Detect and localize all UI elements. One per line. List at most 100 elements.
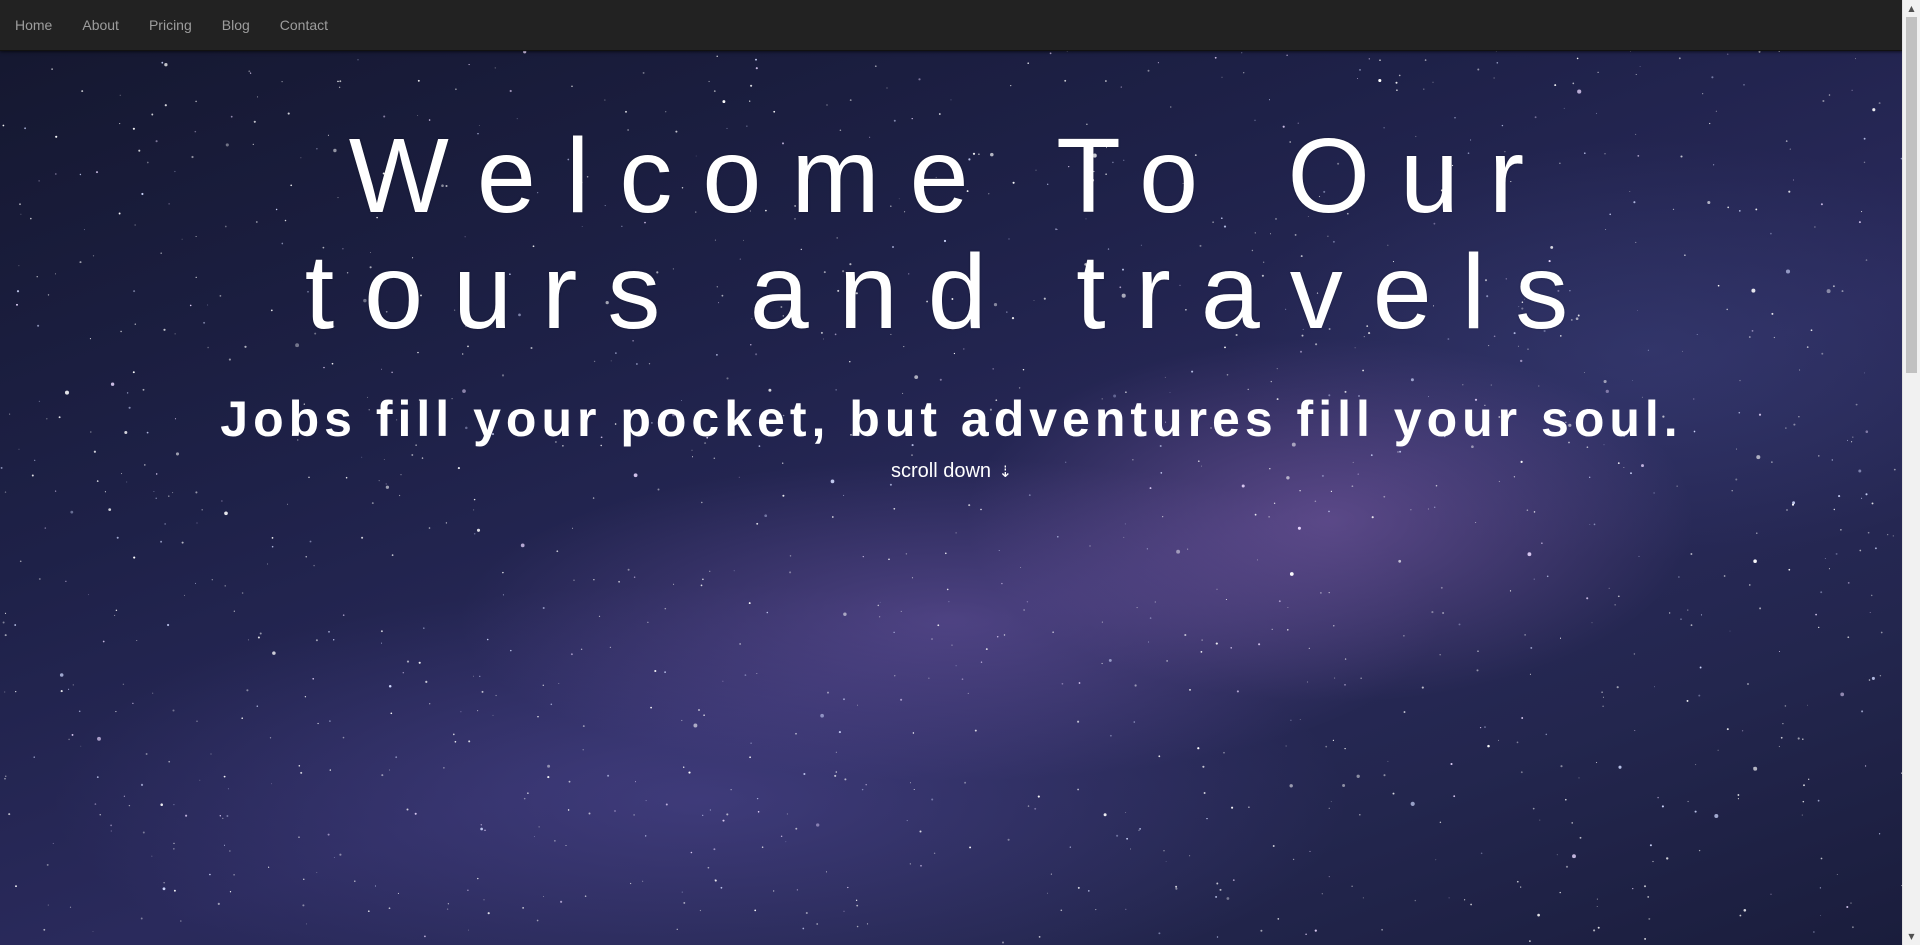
- star: [826, 104, 828, 106]
- star: [1189, 855, 1191, 857]
- vertical-scrollbar[interactable]: ▲ ▼: [1902, 0, 1920, 945]
- hero-title: Welcome To Our tours and travels: [0, 118, 1903, 350]
- star: [702, 578, 704, 581]
- star: [816, 823, 820, 827]
- star: [132, 371, 135, 374]
- star: [580, 648, 583, 650]
- star: [1847, 582, 1850, 584]
- star: [1490, 384, 1492, 386]
- star: [417, 351, 419, 354]
- star: [1527, 552, 1532, 557]
- nav-contact-link[interactable]: Contact: [265, 0, 343, 50]
- star: [1328, 875, 1330, 878]
- star: [1538, 385, 1540, 387]
- star: [428, 527, 431, 529]
- star: [1669, 612, 1671, 614]
- star: [1737, 794, 1740, 796]
- nav-home-link[interactable]: Home: [0, 0, 67, 50]
- star: [1526, 509, 1529, 511]
- star: [1735, 448, 1738, 450]
- scroll-down-arrow-icon[interactable]: ▼: [1903, 928, 1920, 945]
- star: [128, 804, 131, 807]
- star: [607, 774, 610, 777]
- star: [1320, 592, 1322, 594]
- star: [1344, 658, 1347, 660]
- star: [114, 614, 116, 616]
- star: [342, 614, 345, 616]
- nav-about-link[interactable]: About: [67, 0, 134, 50]
- star: [522, 907, 524, 909]
- top-navbar: Home About Pricing Blog Contact: [0, 0, 1903, 51]
- star: [1378, 78, 1382, 83]
- star: [1148, 641, 1149, 643]
- star: [1089, 545, 1091, 547]
- star: [693, 723, 698, 728]
- star: [1487, 744, 1490, 748]
- star: [1878, 833, 1881, 835]
- star: [1593, 929, 1596, 932]
- star: [1869, 612, 1871, 613]
- star: [754, 909, 757, 912]
- star: [1328, 591, 1330, 594]
- star: [18, 448, 20, 450]
- star: [1850, 902, 1852, 904]
- star: [1147, 69, 1150, 72]
- star: [1639, 66, 1641, 68]
- scrollbar-thumb[interactable]: [1906, 17, 1917, 373]
- star: [857, 704, 858, 706]
- star: [1583, 371, 1586, 374]
- scroll-down-link[interactable]: scroll down ⇣: [0, 460, 1903, 483]
- star: [1496, 62, 1499, 64]
- star: [968, 504, 971, 507]
- star: [402, 671, 405, 674]
- nav-pricing-link[interactable]: Pricing: [134, 0, 207, 50]
- star: [1464, 899, 1466, 901]
- star: [843, 612, 847, 616]
- star: [1559, 891, 1561, 894]
- star: [173, 842, 175, 845]
- star: [757, 811, 760, 813]
- star: [1149, 617, 1152, 619]
- star: [1591, 622, 1593, 624]
- star: [195, 582, 196, 584]
- star: [304, 696, 307, 698]
- star: [248, 70, 251, 73]
- star: [1292, 858, 1295, 861]
- star: [1475, 521, 1477, 523]
- star: [52, 842, 54, 845]
- star: [167, 623, 170, 627]
- star: [773, 110, 776, 113]
- star: [133, 556, 136, 559]
- star: [1440, 586, 1443, 589]
- star: [629, 882, 632, 885]
- star: [1694, 810, 1697, 813]
- star: [305, 556, 307, 558]
- star: [582, 725, 585, 728]
- star: [1887, 534, 1889, 536]
- star: [1356, 774, 1360, 778]
- star: [15, 690, 17, 693]
- star: [1698, 849, 1701, 852]
- scroll-up-arrow-icon[interactable]: ▲: [1903, 0, 1920, 17]
- star: [1822, 99, 1825, 103]
- star: [702, 814, 704, 816]
- star: [664, 671, 666, 673]
- star: [329, 720, 331, 722]
- star: [1868, 679, 1871, 681]
- star: [1828, 94, 1831, 96]
- star: [1398, 74, 1401, 77]
- star: [140, 917, 143, 920]
- star: [1743, 908, 1747, 912]
- star: [1146, 548, 1148, 550]
- star: [1631, 380, 1633, 381]
- star: [1077, 788, 1079, 791]
- star: [843, 910, 845, 912]
- star: [142, 831, 145, 834]
- star: [1392, 792, 1395, 795]
- star: [4, 691, 6, 693]
- star: [1520, 771, 1523, 774]
- star: [1248, 806, 1250, 808]
- star: [805, 911, 808, 915]
- star: [210, 753, 212, 755]
- nav-blog-link[interactable]: Blog: [207, 0, 265, 50]
